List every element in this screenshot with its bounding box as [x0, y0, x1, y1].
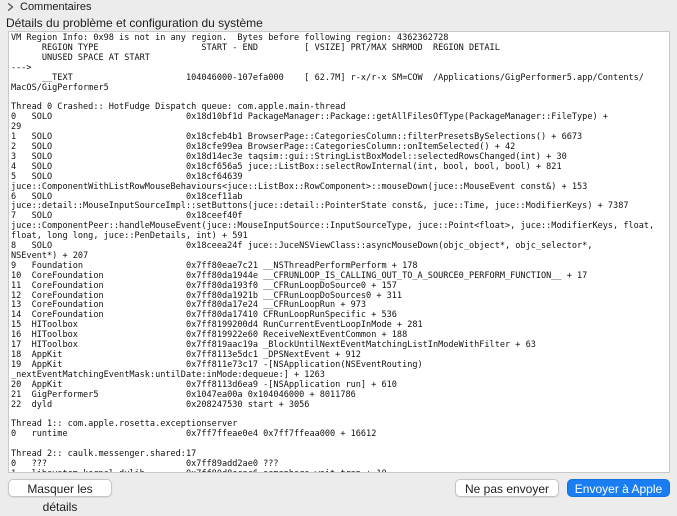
report-line: 21 GigPerformer5 0x1047ea00a 0x104046000… — [11, 389, 356, 400]
chevron-right-icon[interactable] — [6, 3, 14, 11]
report-line: float, long long, juce::PenDetails, int)… — [11, 231, 248, 242]
report-line: 9 Foundation 0x7ff80eae7c21 __NSThreadPe… — [11, 260, 418, 271]
report-line: 15 HIToolbox 0x7ff8199200d4 RunCurrentEv… — [11, 320, 423, 331]
report-line: UNUSED SPACE AT START — [11, 52, 150, 63]
report-line: 8 SOLO 0x18ceea24f juce::JuceNSViewClass… — [11, 241, 593, 252]
report-line: 2 SOLO 0x18cfe99ea BrowserPage::Categori… — [11, 141, 516, 152]
report-line: juce::ComponentWithListRowMouseBehaviour… — [11, 181, 588, 192]
report-line: __TEXT 104046000-107efa000 [ 62.7M] r-x/… — [11, 72, 644, 83]
report-line: 16 HIToolbox 0x7ff819922e60 ReceiveNextE… — [11, 330, 408, 341]
crash-report-text[interactable]: VM Region Info: 0x98 is not in any regio… — [9, 32, 669, 472]
report-line: 29 — [11, 122, 22, 133]
report-line: 17 HIToolbox 0x7ff819aac19a _BlockUntilN… — [11, 340, 536, 351]
report-line: 11 CoreFoundation 0x7ff80da193f0 __CFRun… — [11, 280, 397, 291]
section-title: Détails du problème et configuration du … — [6, 16, 263, 30]
report-line: 12 CoreFoundation 0x7ff80da1921b __CFRun… — [11, 290, 403, 301]
report-line: 22 dyld 0x208247530 start + 3056 — [11, 399, 310, 410]
report-line: _nextEventMatchingEventMask:untilDate:in… — [11, 369, 325, 380]
report-line: 13 CoreFoundation 0x7ff80da17e24 __CFRun… — [11, 300, 367, 311]
report-line: 0 SOLO 0x18d10bf1d PackageManager::Packa… — [11, 112, 608, 123]
report-line: NSEvent*) + 207 — [11, 250, 89, 261]
report-line: Thread 1:: com.apple.rosetta.exceptionse… — [11, 419, 238, 430]
report-line: juce::detail::MouseInputSourceImpl::setB… — [11, 201, 629, 212]
report-line: 1 SOLO 0x18cfeb4b1 BrowserPage::Categori… — [11, 132, 583, 143]
report-line: 18 AppKit 0x7ff8113e5dc1 _DPSNextEvent +… — [11, 350, 361, 360]
report-line: MacOS/GigPerformer5 — [11, 82, 109, 93]
report-line: VM Region Info: 0x98 is not in any regio… — [11, 33, 449, 43]
comments-label: Commentaires — [20, 1, 92, 13]
report-line: 20 AppKit 0x7ff8113d6ea9 -[NSApplication… — [11, 379, 397, 390]
hide-details-button[interactable]: Masquer les détails — [8, 479, 112, 514]
comments-disclosure[interactable]: Commentaires — [6, 0, 92, 14]
report-line: 7 SOLO 0x18ceef40f — [11, 211, 243, 222]
send-to-apple-button[interactable]: Envoyer à Apple — [567, 479, 670, 497]
dont-send-button[interactable]: Ne pas envoyer — [455, 479, 559, 497]
report-line: 14 CoreFoundation 0x7ff80da17410 CFRunLo… — [11, 310, 397, 321]
report-line: 6 SOLO 0x18cef11ab — [11, 191, 243, 202]
report-line: Thread 2:: caulk.messenger.shared:17 — [11, 449, 197, 460]
report-line: REGION TYPE START - END [ VSIZE] PRT/MAX… — [11, 42, 500, 53]
report-line: ---> — [11, 62, 32, 73]
report-line: Thread 0 Crashed:: HotFudge Dispatch que… — [11, 102, 346, 113]
report-line: 4 SOLO 0x18cf656a5 juce::ListBox::select… — [11, 161, 562, 172]
report-line: 3 SOLO 0x18d14ec3e taqsim::gui::StringLi… — [11, 151, 567, 162]
footer-buttons: Masquer les détails Ne pas envoyer Envoy… — [0, 472, 677, 514]
report-line: 10 CoreFoundation 0x7ff80da1944e __CFRUN… — [11, 270, 588, 281]
report-line: 0 runtime 0x7ff7ffeae0e4 0x7ff7ffeaa000 … — [11, 429, 377, 440]
report-line: juce::ComponentPeer::handleMouseEvent(ju… — [11, 221, 655, 232]
crash-report-panel[interactable]: VM Region Info: 0x98 is not in any regio… — [8, 31, 670, 473]
report-line: 5 SOLO 0x18cf64639 — [11, 171, 243, 182]
header: Commentaires Détails du problème et conf… — [0, 0, 677, 32]
report-line: 19 AppKit 0x7ff811e73c17 -[NSApplication… — [11, 359, 423, 370]
report-line: 0 ??? 0x7ff89add2ae0 ??? — [11, 458, 279, 469]
